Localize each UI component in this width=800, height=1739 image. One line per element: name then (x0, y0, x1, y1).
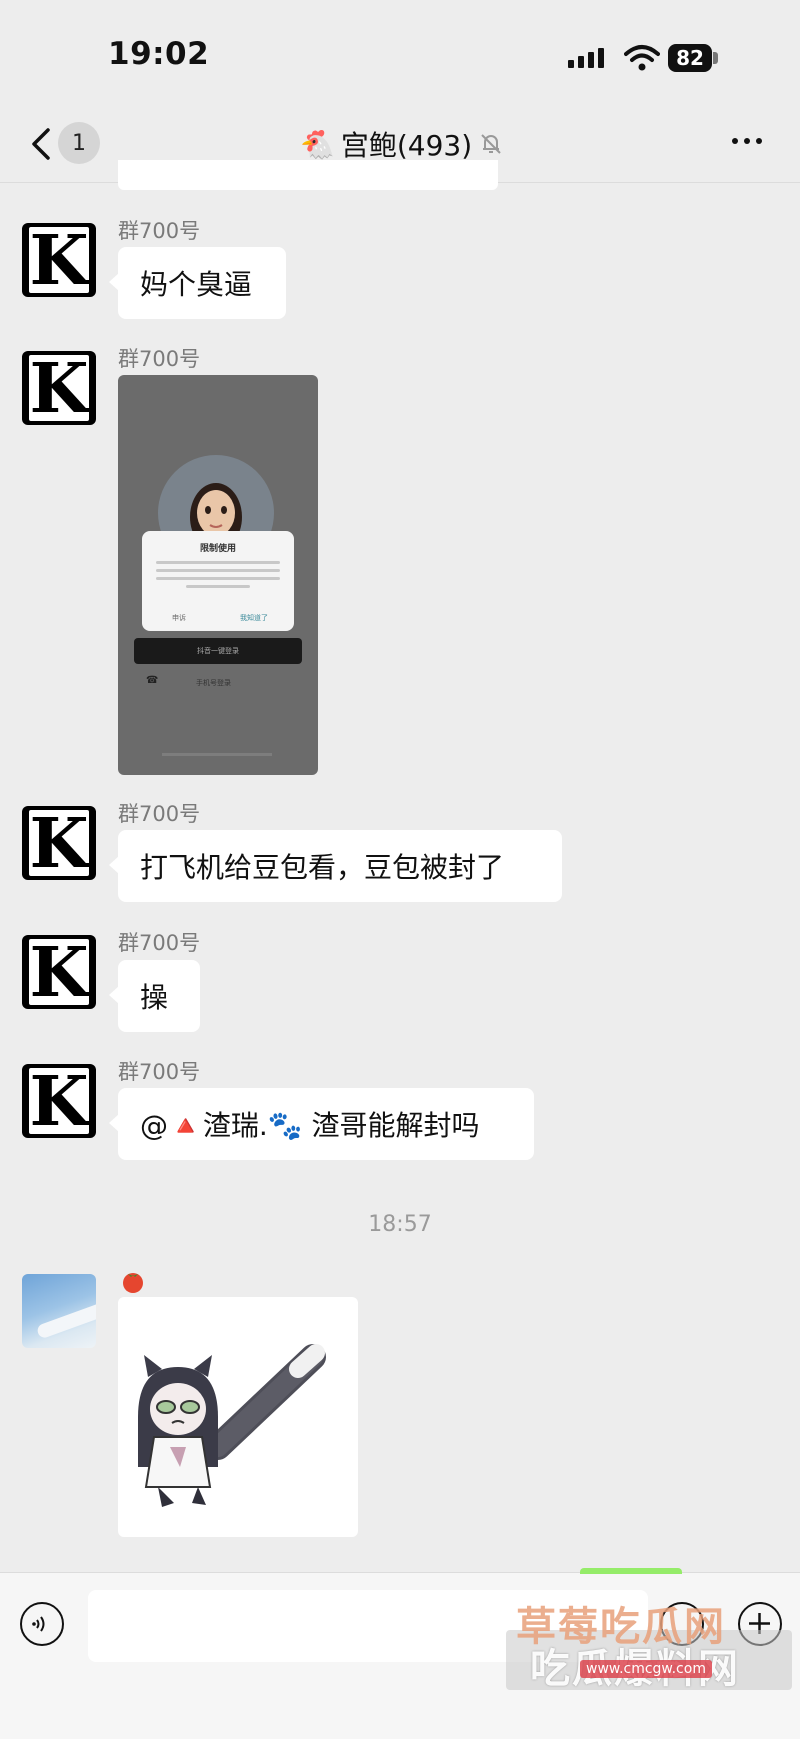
signal-icon (568, 48, 604, 68)
avatar[interactable]: K (22, 806, 96, 880)
sender-name: 群700号 (118, 802, 201, 826)
battery-tip (713, 52, 718, 64)
tomato-icon (123, 1273, 143, 1293)
image-footer-line (162, 753, 272, 756)
message-bubble[interactable]: 操 (109, 960, 200, 1032)
back-arrow-icon[interactable] (28, 124, 58, 164)
douyin-login-bar: 抖音一键登录 (134, 638, 302, 664)
restriction-dialog: 限制使用 申诉 我知道了 (142, 531, 294, 631)
avatar[interactable]: K (22, 351, 96, 425)
message-bubble[interactable]: 打飞机给豆包看，豆包被封了 (109, 830, 562, 902)
voice-input-icon[interactable] (20, 1602, 64, 1646)
sticker-message[interactable] (118, 1297, 358, 1537)
chicken-icon: 🐔 (300, 127, 335, 161)
outgoing-bubble-edge (580, 1568, 682, 1574)
avatar[interactable]: K (22, 1064, 96, 1138)
timestamp: 18:57 (368, 1212, 432, 1237)
sender-name: 群700号 (118, 347, 201, 371)
phone-icon: ☎ (146, 675, 159, 686)
message-text: @🔺渣瑞.🐾 渣哥能解封吗 (140, 1109, 480, 1142)
sender-name: 群700号 (118, 1060, 201, 1084)
battery-indicator: 82 (668, 44, 712, 72)
message-bubble[interactable]: 妈个臭逼 (109, 247, 286, 319)
avatar[interactable]: K (22, 223, 96, 297)
message-text: 妈个臭逼 (140, 268, 253, 301)
mute-bell-icon (481, 134, 501, 154)
wifi-icon (624, 45, 660, 71)
image-message[interactable]: 限制使用 申诉 我知道了 抖音一键登录 ☎ 手机号登录 (118, 375, 318, 775)
status-time: 19:02 (108, 36, 210, 72)
chat-title-text: 宫鲍(493) (340, 129, 473, 162)
sender-name: 群700号 (118, 219, 201, 243)
sender-name: 群700号 (118, 931, 201, 955)
avatar[interactable]: K (22, 935, 96, 1009)
partial-message-bubble[interactable] (118, 160, 498, 190)
message-text: 操 (140, 981, 169, 1014)
message-text: 打飞机给豆包看，豆包被封了 (140, 851, 505, 884)
watermark-url: www.cmcgw.com (580, 1660, 712, 1678)
unread-count-badge[interactable]: 1 (58, 122, 100, 164)
more-options-icon[interactable] (732, 138, 762, 144)
avatar[interactable] (22, 1274, 96, 1348)
cat-girl-sticker (138, 1344, 326, 1507)
message-bubble[interactable]: @🔺渣瑞.🐾 渣哥能解封吗 (109, 1088, 534, 1160)
